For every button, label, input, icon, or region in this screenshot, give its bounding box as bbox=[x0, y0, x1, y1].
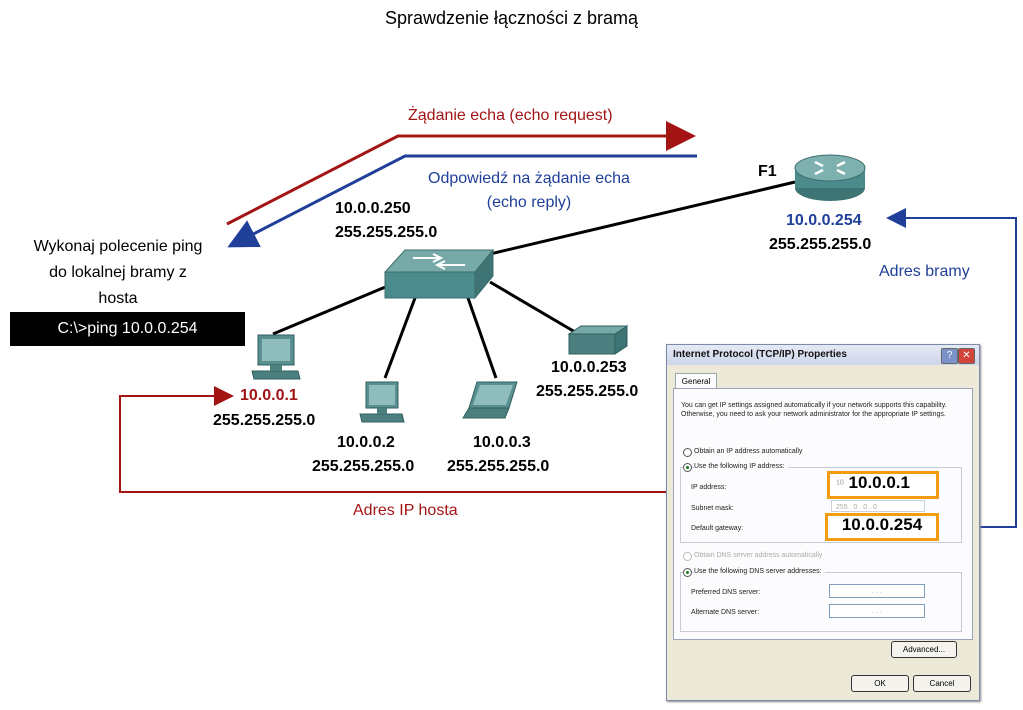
ip-address-value: 10.0.0.1 bbox=[848, 473, 910, 492]
switch-mask: 255.255.255.0 bbox=[335, 224, 438, 241]
use-following-ip-label: Use the following IP address: bbox=[694, 462, 788, 471]
close-button[interactable]: ✕ bbox=[958, 348, 975, 364]
obtain-ip-auto-label: Obtain an IP address automatically bbox=[694, 448, 803, 455]
subnet-mask-field[interactable]: 255 . 0 . 0 . 0 bbox=[831, 500, 925, 512]
echo-reply-line2: (echo reply) bbox=[486, 194, 572, 211]
alternate-dns-label: Alternate DNS server: bbox=[691, 609, 760, 616]
host-ip-label: Adres IP hosta bbox=[353, 502, 458, 519]
printer-mask: 255.255.255.0 bbox=[536, 383, 639, 400]
echo-request-label: Żądanie echa (echo request) bbox=[408, 107, 613, 124]
cable-switch-host1 bbox=[272, 281, 396, 336]
ip-address-field[interactable]: 10 10.0.0.1 bbox=[827, 471, 939, 499]
preferred-dns-field[interactable]: . . . bbox=[829, 584, 925, 598]
tcpip-properties-dialog: Internet Protocol (TCP/IP) Properties ? … bbox=[666, 344, 980, 701]
help-button[interactable]: ? bbox=[941, 348, 958, 364]
printer-ip: 10.0.0.253 bbox=[551, 359, 627, 376]
router-interface-label: F1 bbox=[758, 163, 777, 180]
host1-ip: 10.0.0.1 bbox=[240, 387, 298, 404]
laptop-icon bbox=[462, 381, 518, 419]
host3-ip: 10.0.0.3 bbox=[473, 434, 531, 451]
host3-mask: 255.255.255.0 bbox=[447, 458, 550, 475]
advanced-button[interactable]: Advanced... bbox=[891, 641, 957, 658]
use-following-dns-label: Use the following DNS server addresses: bbox=[694, 567, 825, 576]
echo-reply-label: Odpowiedź na żądanie echa (echo reply) bbox=[398, 170, 660, 212]
desktop-pc-icon bbox=[251, 334, 301, 380]
printer-icon bbox=[567, 325, 629, 355]
gateway-address-label: Adres bramy bbox=[879, 263, 970, 280]
default-gateway-label: Default gateway: bbox=[691, 525, 744, 532]
cable-switch-host3 bbox=[466, 297, 498, 379]
default-gateway-field[interactable]: 10.0.0.254 bbox=[825, 513, 939, 541]
cable-switch-host2 bbox=[383, 297, 417, 379]
obtain-dns-auto-label: Obtain DNS server address automatically bbox=[694, 552, 823, 559]
router-ip: 10.0.0.254 bbox=[786, 212, 862, 229]
dialog-title: Internet Protocol (TCP/IP) Properties bbox=[667, 345, 979, 365]
use-following-ip-radio[interactable] bbox=[683, 463, 692, 472]
preferred-dns-label: Preferred DNS server: bbox=[691, 589, 761, 596]
host2-ip: 10.0.0.2 bbox=[337, 434, 395, 451]
intro-text: You can get IP settings assigned automat… bbox=[681, 402, 947, 418]
switch-ip: 10.0.0.250 bbox=[335, 200, 411, 217]
cancel-button[interactable]: Cancel bbox=[913, 675, 971, 692]
instruction-line: hosta bbox=[98, 290, 138, 307]
switch-icon bbox=[383, 248, 495, 300]
host1-mask: 255.255.255.0 bbox=[213, 412, 316, 429]
obtain-dns-auto-radio[interactable] bbox=[683, 552, 692, 561]
subnet-mask-label: Subnet mask: bbox=[691, 505, 734, 512]
use-following-dns-radio[interactable] bbox=[683, 568, 692, 577]
desktop-pc-icon bbox=[359, 381, 405, 423]
router-icon bbox=[794, 154, 866, 201]
obtain-ip-auto-radio[interactable] bbox=[683, 448, 692, 457]
instruction-line: do lokalnej bramy z bbox=[49, 264, 187, 281]
dns-group bbox=[680, 572, 962, 632]
host2-mask: 255.255.255.0 bbox=[312, 458, 415, 475]
ok-button[interactable]: OK bbox=[851, 675, 909, 692]
router-mask: 255.255.255.0 bbox=[769, 236, 872, 253]
ping-command-box: C:\>ping 10.0.0.254 bbox=[10, 312, 245, 346]
tab-general[interactable]: General bbox=[675, 373, 717, 389]
cable-switch-printer bbox=[489, 280, 576, 334]
ip-address-prefix: 10 bbox=[836, 479, 844, 487]
ip-address-label: IP address: bbox=[691, 484, 727, 491]
alternate-dns-field[interactable]: . . . bbox=[829, 604, 925, 618]
echo-reply-line1: Odpowiedź na żądanie echa bbox=[428, 170, 630, 187]
instruction-text: Wykonaj polecenie ping do lokalnej bramy… bbox=[8, 234, 228, 312]
instruction-line: Wykonaj polecenie ping bbox=[33, 238, 203, 255]
